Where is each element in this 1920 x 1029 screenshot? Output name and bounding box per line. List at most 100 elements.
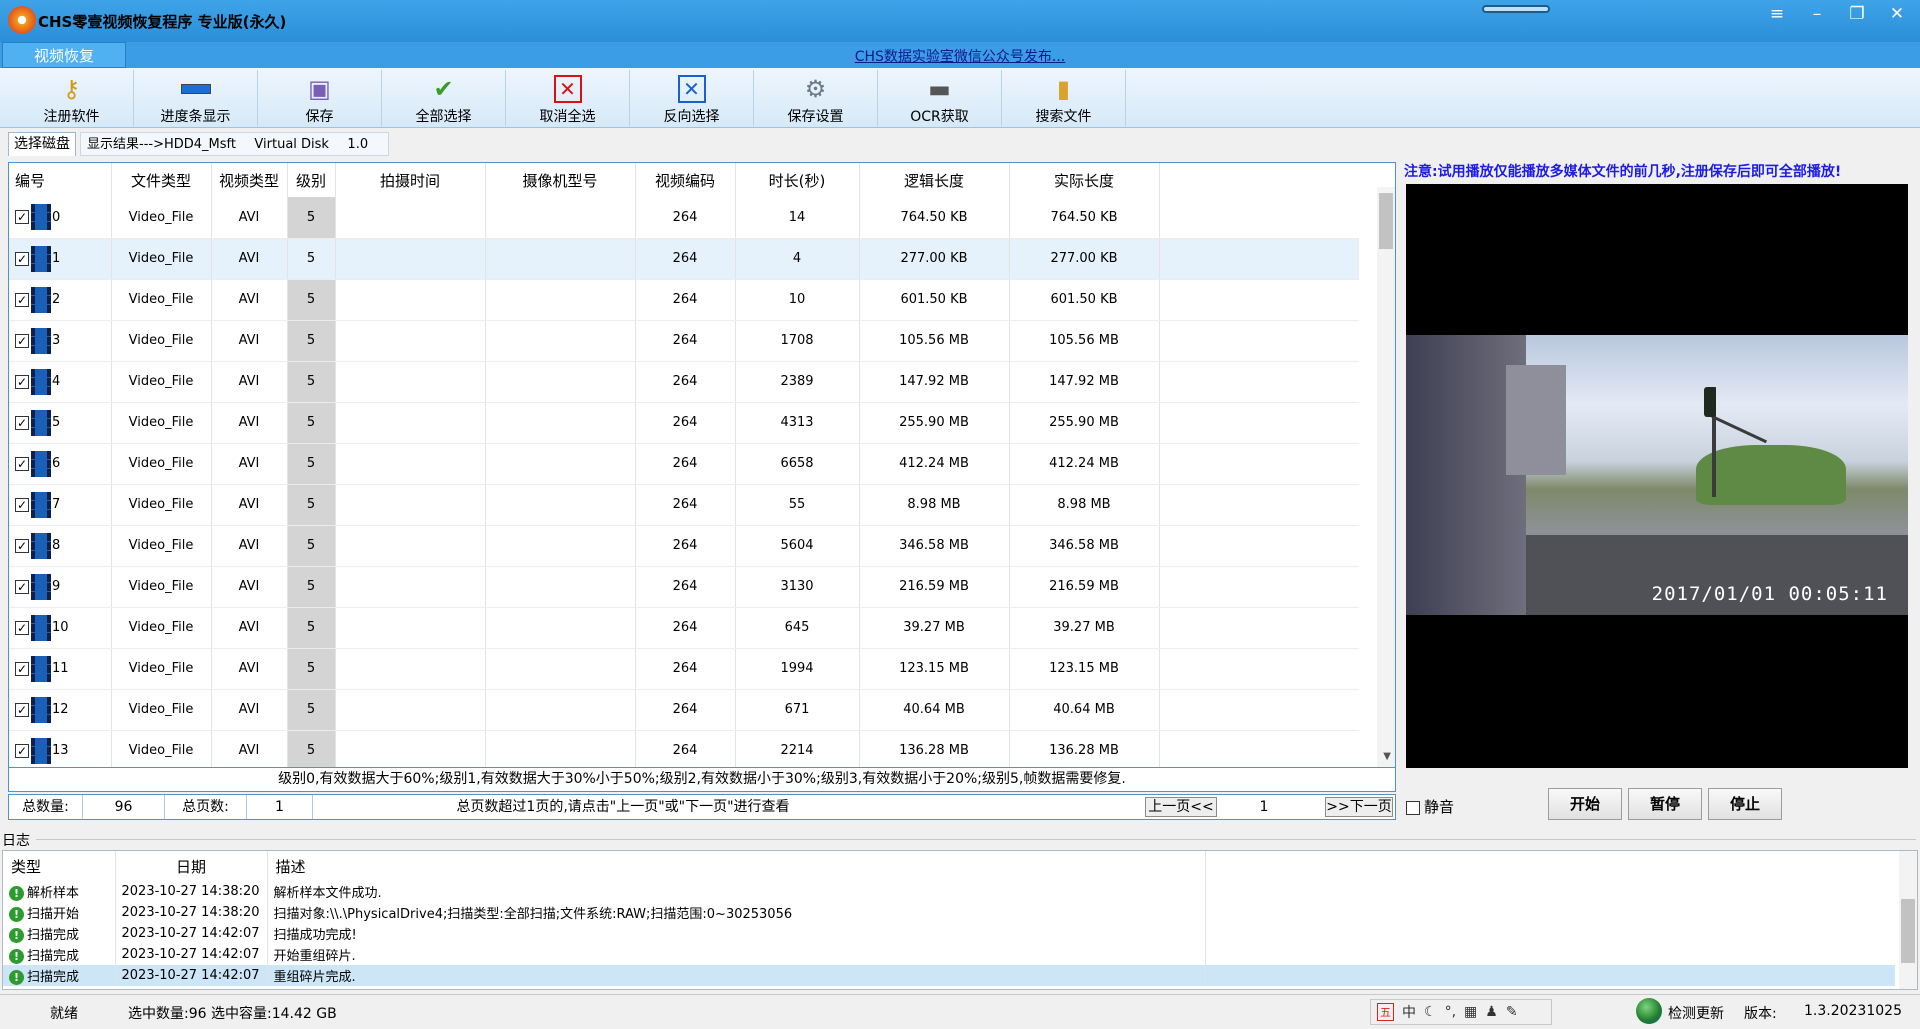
col-shot-time[interactable]: 拍摄时间: [335, 163, 486, 197]
mute-check-icon[interactable]: [1406, 800, 1420, 815]
menu-icon[interactable]: ≡: [1760, 3, 1794, 27]
row-checkbox[interactable]: ✓: [15, 456, 29, 471]
table-row[interactable]: ✓ 0 Video_File AVI 5 264 14 764.50 KB 764.50 KB: [9, 197, 1359, 239]
cell-video-type: AVI: [211, 648, 288, 690]
table-scroll-thumb[interactable]: [1379, 193, 1393, 249]
tab-select-disk[interactable]: 选择磁盘: [8, 132, 76, 156]
col-logical-size[interactable]: 逻辑长度: [859, 163, 1010, 197]
table-row[interactable]: ✓ 1 Video_File AVI 5 264 4 277.00 KB 277.00 KB: [9, 238, 1359, 280]
stop-button[interactable]: 停止: [1708, 788, 1782, 820]
cell-shot-time: [335, 566, 486, 608]
register-label: 注册软件: [43, 109, 100, 125]
log-col-desc[interactable]: 描述: [267, 851, 1206, 881]
log-scroll-thumb[interactable]: [1901, 899, 1915, 963]
page-number-field[interactable]: 1: [1219, 795, 1309, 819]
row-id: 6: [52, 456, 61, 471]
log-row[interactable]: ! 解析样本 2023-10-27 14:38:20 解析样本文件成功.: [3, 881, 1895, 902]
tab-result[interactable]: 显示结果--->HDD4_Msft Virtual Disk 1.0: [80, 132, 390, 156]
log-scrollbar[interactable]: [1899, 851, 1917, 989]
table-row[interactable]: ✓ 13 Video_File AVI 5 264 2214 136.28 MB 136.28 …: [9, 730, 1359, 767]
col-duration[interactable]: 时长(秒): [735, 163, 860, 197]
cell-filler: [1159, 730, 1359, 767]
save-settings-button[interactable]: ⚙ 保存设置: [754, 70, 878, 126]
col-video-type[interactable]: 视频类型: [211, 163, 288, 197]
mute-checkbox[interactable]: 静音: [1406, 796, 1454, 817]
col-id[interactable]: 编号: [9, 163, 112, 197]
col-camera-model[interactable]: 摄像机型号: [485, 163, 636, 197]
row-checkbox[interactable]: ✓: [15, 620, 29, 635]
video-player[interactable]: 2017/01/01 00:05:11: [1406, 184, 1908, 768]
ime-moon-icon[interactable]: ☾: [1424, 1004, 1437, 1020]
col-codec[interactable]: 视频编码: [635, 163, 736, 197]
row-checkbox[interactable]: ✓: [15, 743, 29, 758]
search-file-button[interactable]: ▮ 搜索文件: [1002, 70, 1126, 126]
row-checkbox[interactable]: ✓: [15, 661, 29, 676]
pause-button[interactable]: 暂停: [1628, 788, 1702, 820]
row-checkbox[interactable]: ✓: [15, 374, 29, 389]
cell-shot-time: [335, 689, 486, 731]
table-row[interactable]: ✓ 12 Video_File AVI 5 264 671 40.64 MB 40.64 MB: [9, 689, 1359, 731]
log-row[interactable]: ! 扫描完成 2023-10-27 14:42:07 扫描成功完成!: [3, 923, 1895, 944]
table-row[interactable]: ✓ 7 Video_File AVI 5 264 55 8.98 MB 8.98 MB: [9, 484, 1359, 526]
log-row[interactable]: ! 扫描完成 2023-10-27 14:42:07 重组碎片完成.: [3, 965, 1895, 986]
ime-toolbar[interactable]: 五 中 ☾ °, ▦ ♟ ✎: [1370, 999, 1552, 1025]
ime-keyboard-icon[interactable]: ▦: [1464, 1004, 1477, 1020]
table-row[interactable]: ✓ 5 Video_File AVI 5 264 4313 255.90 MB 255.90 M…: [9, 402, 1359, 444]
cell-file-type: Video_File: [111, 484, 212, 526]
ime-five-icon[interactable]: 五: [1377, 1003, 1394, 1021]
file-table: 编号 文件类型 视频类型 级别 拍摄时间 摄像机型号 视频编码 时长(秒) 逻辑…: [8, 162, 1396, 768]
save-button[interactable]: ▣ 保存: [258, 70, 382, 126]
table-row[interactable]: ✓ 3 Video_File AVI 5 264 1708 105.56 MB 105.56 M…: [9, 320, 1359, 362]
maximize-button[interactable]: ❐: [1840, 3, 1874, 27]
row-checkbox[interactable]: ✓: [15, 579, 29, 594]
minimize-button[interactable]: –: [1800, 3, 1834, 27]
log-col-type[interactable]: 类型: [3, 851, 116, 881]
cell-logical-size: 255.90 MB: [859, 402, 1010, 444]
cell-id: ✓ 0: [9, 197, 112, 239]
cell-id: ✓ 4: [9, 361, 112, 403]
video-file-icon: [31, 532, 51, 559]
col-file-type[interactable]: 文件类型: [111, 163, 212, 197]
row-checkbox[interactable]: ✓: [15, 538, 29, 553]
ime-wrench-icon[interactable]: ✎: [1506, 1004, 1518, 1020]
ocr-button[interactable]: ▬ OCR获取: [878, 70, 1002, 126]
table-scrollbar[interactable]: [1377, 187, 1395, 767]
table-row[interactable]: ✓ 11 Video_File AVI 5 264 1994 123.15 MB 123.15 …: [9, 648, 1359, 690]
table-row[interactable]: ✓ 10 Video_File AVI 5 264 645 39.27 MB 39.27 MB: [9, 607, 1359, 649]
deselect-all-button[interactable]: ✕ 取消全选: [506, 70, 630, 126]
row-checkbox[interactable]: ✓: [15, 415, 29, 430]
select-all-button[interactable]: ✔ 全部选择: [382, 70, 506, 126]
row-checkbox[interactable]: ✓: [15, 333, 29, 348]
log-col-date[interactable]: 日期: [115, 851, 268, 881]
table-row[interactable]: ✓ 4 Video_File AVI 5 264 2389 147.92 MB 147.92 M…: [9, 361, 1359, 403]
ime-user-icon[interactable]: ♟: [1485, 1004, 1498, 1020]
scroll-down-icon[interactable]: ▼: [1383, 751, 1391, 762]
table-row[interactable]: ✓ 8 Video_File AVI 5 264 5604 346.58 MB 346.58 M…: [9, 525, 1359, 567]
row-checkbox[interactable]: ✓: [15, 702, 29, 717]
register-button[interactable]: ⚷ 注册软件: [10, 70, 134, 126]
table-row[interactable]: ✓ 2 Video_File AVI 5 264 10 601.50 KB 601.50 KB: [9, 279, 1359, 321]
progress-button[interactable]: 进度条显示: [134, 70, 258, 126]
invert-selection-button[interactable]: ✕ 反向选择: [630, 70, 754, 126]
table-row[interactable]: ✓ 6 Video_File AVI 5 264 6658 412.24 MB 412.24 M…: [9, 443, 1359, 485]
log-row[interactable]: ! 扫描完成 2023-10-27 14:42:07 开始重组碎片.: [3, 944, 1895, 965]
row-checkbox[interactable]: ✓: [15, 497, 29, 512]
skin-slider[interactable]: [1482, 5, 1550, 13]
ime-chinese-icon[interactable]: 中: [1402, 1002, 1416, 1022]
col-actual-size[interactable]: 实际长度: [1009, 163, 1160, 197]
table-row[interactable]: ✓ 9 Video_File AVI 5 264 3130 216.59 MB 216.59 M…: [9, 566, 1359, 608]
update-globe-icon[interactable]: [1636, 998, 1662, 1024]
ime-punct-icon[interactable]: °,: [1445, 1004, 1456, 1020]
log-type-cell: ! 扫描开始: [3, 902, 116, 923]
prev-page-button[interactable]: 上一页<<: [1145, 797, 1217, 817]
row-checkbox[interactable]: ✓: [15, 210, 29, 225]
start-button[interactable]: 开始: [1548, 788, 1622, 820]
next-page-button[interactable]: >>下一页: [1325, 797, 1393, 817]
check-update-link[interactable]: 检测更新: [1668, 1003, 1724, 1023]
close-button[interactable]: ✕: [1880, 3, 1914, 27]
log-row[interactable]: ! 扫描开始 2023-10-27 14:38:20 扫描对象:\\.\Physica…: [3, 902, 1895, 923]
row-checkbox[interactable]: ✓: [15, 292, 29, 307]
publish-link[interactable]: CHS数据实验室微信公众号发布...: [0, 46, 1920, 66]
row-checkbox[interactable]: ✓: [15, 251, 29, 266]
col-level[interactable]: 级别: [287, 163, 336, 197]
